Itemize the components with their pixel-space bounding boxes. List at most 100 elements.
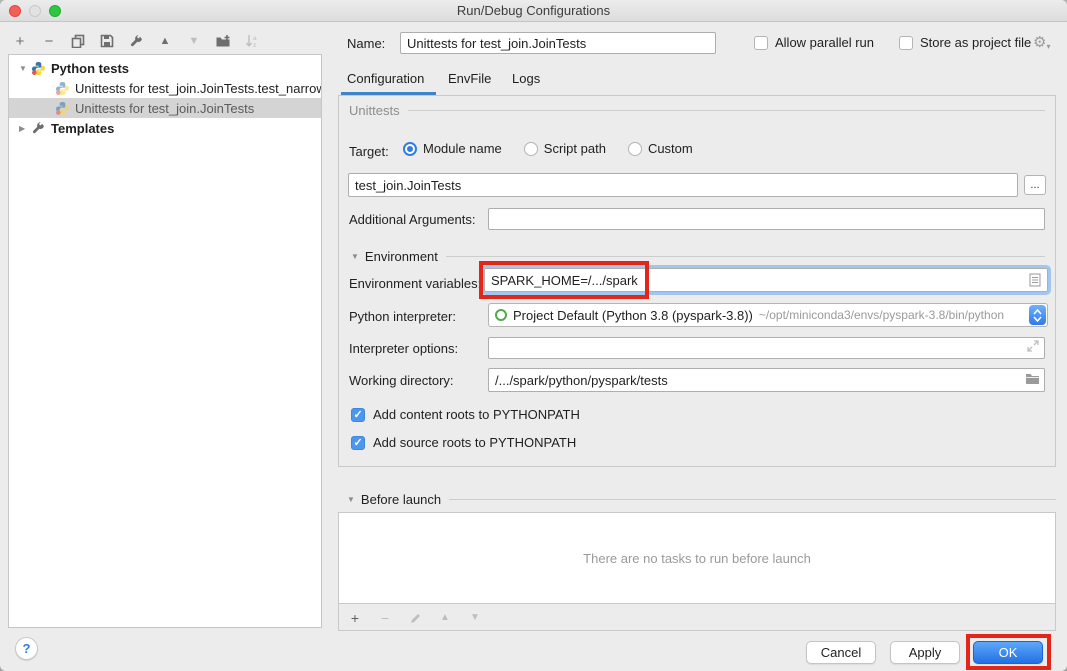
chevron-right-icon[interactable]: ▶ [19, 124, 31, 133]
add-task-icon[interactable]: + [347, 610, 363, 626]
target-radio-group: Module name Script path Custom [403, 141, 707, 156]
unittests-group-label: Unittests [349, 103, 400, 118]
apply-button[interactable]: Apply [890, 641, 960, 664]
allow-parallel-run-checkbox[interactable] [754, 36, 768, 50]
templates-wrench-icon [31, 121, 46, 136]
move-down-icon[interactable]: ▼ [186, 33, 202, 49]
window-title: Run/Debug Configurations [0, 3, 1067, 18]
store-as-project-file-checkbox[interactable] [899, 36, 913, 50]
browse-variables-icon[interactable] [1029, 273, 1041, 290]
script-path-radio[interactable] [524, 142, 538, 156]
script-path-label: Script path [544, 141, 606, 156]
folder-icon[interactable] [1025, 372, 1040, 388]
add-source-roots-option[interactable]: Add source roots to PYTHONPATH [351, 435, 576, 450]
tree-item-label: Templates [51, 121, 114, 136]
interpreter-options-label: Interpreter options: [349, 341, 458, 356]
configurations-toolbar: + − ▲ ▼ az [12, 30, 260, 52]
divider [449, 499, 1056, 500]
move-task-down-icon[interactable]: ▼ [467, 610, 483, 626]
titlebar: Run/Debug Configurations [0, 0, 1067, 22]
ok-button[interactable]: OK [973, 641, 1043, 664]
target-option-module-name[interactable]: Module name [403, 141, 502, 156]
before-launch-header[interactable]: Before launch [347, 492, 1056, 507]
python-interpreter-select[interactable]: Project Default (Python 3.8 (pyspark-3.8… [488, 303, 1048, 327]
tree-item-templates[interactable]: ▶ Templates [9, 118, 321, 138]
allow-parallel-run-label: Allow parallel run [775, 35, 874, 50]
environment-variables-label: Environment variables: [349, 276, 481, 291]
chevron-down-icon[interactable]: ▼ [19, 64, 31, 73]
python-test-icon [55, 81, 70, 96]
target-option-script-path[interactable]: Script path [524, 141, 606, 156]
svg-text:z: z [253, 42, 256, 49]
environment-variables-input[interactable] [484, 268, 1048, 292]
add-icon[interactable]: + [12, 33, 28, 49]
before-launch-panel: There are no tasks to run before launch … [338, 512, 1056, 631]
sort-alphabetically-icon[interactable]: az [244, 33, 260, 49]
remove-icon[interactable]: − [41, 33, 57, 49]
python-interpreter-value: Project Default (Python 3.8 (pyspark-3.8… [513, 308, 753, 323]
working-directory-input[interactable] [488, 368, 1045, 392]
save-icon[interactable] [99, 33, 115, 49]
new-folder-icon[interactable] [215, 33, 231, 49]
interpreter-options-input[interactable] [488, 337, 1045, 359]
tab-logs[interactable]: Logs [512, 71, 540, 86]
gear-icon[interactable]: ⚙ [1033, 33, 1050, 51]
add-source-roots-label: Add source roots to PYTHONPATH [373, 435, 576, 450]
configurations-tree: ▼ Python tests Unittests for test_join.J… [8, 54, 322, 628]
expand-field-icon[interactable] [1027, 340, 1039, 355]
edit-task-icon[interactable] [407, 610, 423, 626]
additional-arguments-input[interactable] [488, 208, 1045, 230]
tree-item-label: Python tests [51, 61, 129, 76]
copy-icon[interactable] [70, 33, 86, 49]
help-button[interactable]: ? [15, 637, 38, 660]
add-source-roots-checkbox[interactable] [351, 436, 365, 450]
conda-env-icon [495, 309, 507, 321]
tree-item-label: Unittests for test_join.JoinTests [75, 101, 254, 116]
python-tests-icon [31, 61, 46, 76]
before-launch-label: Before launch [361, 492, 441, 507]
before-launch-toolbar: + − ▲ ▼ [347, 610, 483, 626]
divider [446, 256, 1045, 257]
move-task-up-icon[interactable]: ▲ [437, 610, 453, 626]
target-label: Target: [349, 144, 389, 159]
environment-section-header[interactable]: Environment [351, 249, 1045, 264]
tab-envfile[interactable]: EnvFile [448, 71, 491, 86]
additional-arguments-label: Additional Arguments: [349, 212, 475, 227]
cancel-button[interactable]: Cancel [806, 641, 876, 664]
name-label: Name: [347, 36, 385, 51]
tab-configuration[interactable]: Configuration [347, 71, 424, 86]
before-launch-empty-text: There are no tasks to run before launch [339, 513, 1055, 604]
configuration-panel: Unittests Target: Module name Script pat… [338, 95, 1056, 467]
environment-section-label: Environment [365, 249, 438, 264]
custom-radio[interactable] [628, 142, 642, 156]
run-debug-configurations-window: Run/Debug Configurations + − ▲ ▼ az ▼ Py [0, 0, 1067, 671]
name-input[interactable] [400, 32, 716, 54]
store-as-project-file-label: Store as project file [920, 35, 1031, 50]
add-content-roots-option[interactable]: Add content roots to PYTHONPATH [351, 407, 580, 422]
working-directory-label: Working directory: [349, 373, 454, 388]
add-content-roots-label: Add content roots to PYTHONPATH [373, 407, 580, 422]
module-name-radio[interactable] [403, 142, 417, 156]
interpreter-dropdown-stepper-icon[interactable] [1029, 305, 1046, 325]
allow-parallel-run-option[interactable]: Allow parallel run [754, 35, 874, 50]
module-name-input[interactable] [348, 173, 1018, 197]
target-option-custom[interactable]: Custom [628, 141, 693, 156]
unittests-group-header: Unittests [349, 103, 1045, 118]
move-up-icon[interactable]: ▲ [157, 33, 173, 49]
custom-label: Custom [648, 141, 693, 156]
remove-task-icon[interactable]: − [377, 610, 393, 626]
python-test-icon [55, 101, 70, 116]
tree-item-python-tests[interactable]: ▼ Python tests [9, 58, 321, 78]
browse-button[interactable]: ... [1024, 175, 1046, 195]
tree-item-unittests-test-narrow[interactable]: Unittests for test_join.JoinTests.test_n… [9, 78, 321, 98]
python-interpreter-path: ~/opt/miniconda3/envs/pyspark-3.8/bin/py… [759, 308, 1004, 322]
store-as-project-file-option[interactable]: Store as project file [899, 35, 1031, 50]
python-interpreter-label: Python interpreter: [349, 309, 456, 324]
svg-text:a: a [253, 35, 257, 42]
divider [408, 110, 1045, 111]
tree-item-label: Unittests for test_join.JoinTests.test_n… [75, 81, 321, 96]
add-content-roots-checkbox[interactable] [351, 408, 365, 422]
edit-templates-wrench-icon[interactable] [128, 33, 144, 49]
module-name-label: Module name [423, 141, 502, 156]
tree-item-unittests-jointests[interactable]: Unittests for test_join.JoinTests [9, 98, 321, 118]
